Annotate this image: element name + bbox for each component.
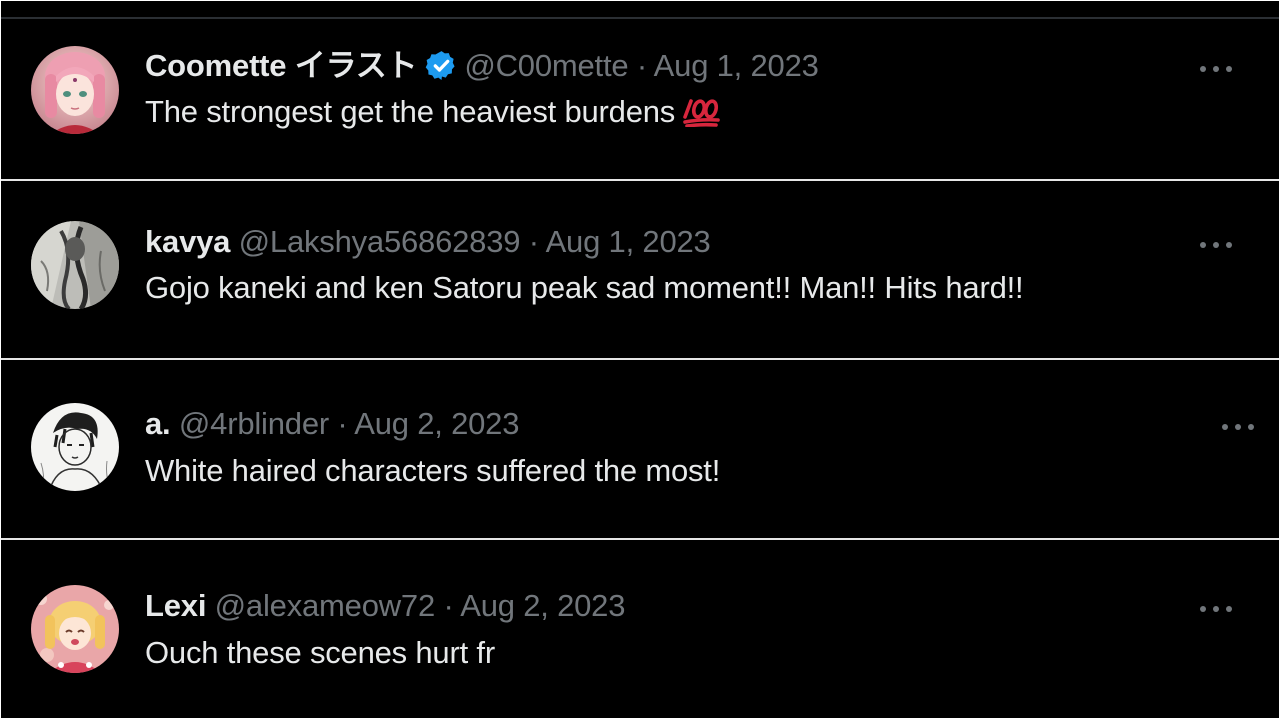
- handle[interactable]: @Lakshya56862839: [239, 224, 521, 259]
- display-name[interactable]: Lexi: [145, 588, 206, 623]
- separator-dot: ·: [337, 406, 348, 441]
- avatar-image: [31, 585, 119, 673]
- tweet-text: Gojo kaneki and ken Satoru peak sad mome…: [145, 270, 1024, 305]
- tweet-text: The strongest get the heaviest burdens: [145, 94, 676, 129]
- more-options-icon[interactable]: [1199, 604, 1233, 614]
- tweet-card[interactable]: a. @4rblinder · Aug 2, 2023 White haired…: [1, 360, 1279, 520]
- more-options-icon[interactable]: [1199, 240, 1233, 250]
- handle[interactable]: @4rblinder: [179, 406, 329, 441]
- tweet-text-row: Ouch these scenes hurt fr: [145, 634, 495, 672]
- avatar-image: [31, 221, 119, 309]
- reply-feed: Coomette イラスト @C00mette · Aug 1, 2023 The…: [1, 1, 1279, 718]
- tweet-text-row: Gojo kaneki and ken Satoru peak sad mome…: [145, 269, 1024, 307]
- hundred-points-icon: [681, 95, 721, 127]
- more-options-icon[interactable]: [1221, 422, 1255, 432]
- separator-dot: ·: [636, 48, 647, 83]
- tweet-card[interactable]: kavya @Lakshya56862839 · Aug 1, 2023 Goj…: [1, 181, 1279, 341]
- tweet-text-row: White haired characters suffered the mos…: [145, 452, 720, 490]
- handle[interactable]: @alexameow72: [215, 588, 436, 623]
- handle[interactable]: @C00mette: [464, 48, 628, 83]
- tweet-text: Ouch these scenes hurt fr: [145, 635, 495, 670]
- avatar[interactable]: [31, 403, 119, 491]
- separator-dot: ·: [528, 224, 539, 259]
- tweet-header: a. @4rblinder · Aug 2, 2023: [145, 406, 519, 442]
- separator-dot: ·: [443, 588, 454, 623]
- tweet-text-row: The strongest get the heaviest burdens: [145, 93, 721, 131]
- tweet-card[interactable]: Coomette イラスト @C00mette · Aug 1, 2023 The…: [1, 19, 1279, 179]
- timestamp[interactable]: Aug 2, 2023: [354, 406, 519, 441]
- tweet-header: Coomette イラスト @C00mette · Aug 1, 2023: [145, 48, 819, 84]
- timestamp[interactable]: Aug 1, 2023: [654, 48, 819, 83]
- display-name[interactable]: a.: [145, 406, 171, 441]
- verified-badge-icon: [425, 49, 458, 82]
- avatar[interactable]: [31, 585, 119, 673]
- timestamp[interactable]: Aug 2, 2023: [460, 588, 625, 623]
- display-name[interactable]: kavya: [145, 224, 230, 259]
- timestamp[interactable]: Aug 1, 2023: [546, 224, 711, 259]
- more-options-icon[interactable]: [1199, 64, 1233, 74]
- tweet-header: Lexi @alexameow72 · Aug 2, 2023: [145, 588, 625, 624]
- tweet-card[interactable]: Lexi @alexameow72 · Aug 2, 2023 Ouch the…: [1, 540, 1279, 718]
- tweet-header: kavya @Lakshya56862839 · Aug 1, 2023: [145, 224, 711, 260]
- tweet-text: White haired characters suffered the mos…: [145, 453, 721, 488]
- avatar-image: [31, 46, 119, 134]
- avatar[interactable]: [31, 46, 119, 134]
- display-name[interactable]: Coomette イラスト: [145, 48, 418, 83]
- avatar-image: [31, 403, 119, 491]
- avatar[interactable]: [31, 221, 119, 309]
